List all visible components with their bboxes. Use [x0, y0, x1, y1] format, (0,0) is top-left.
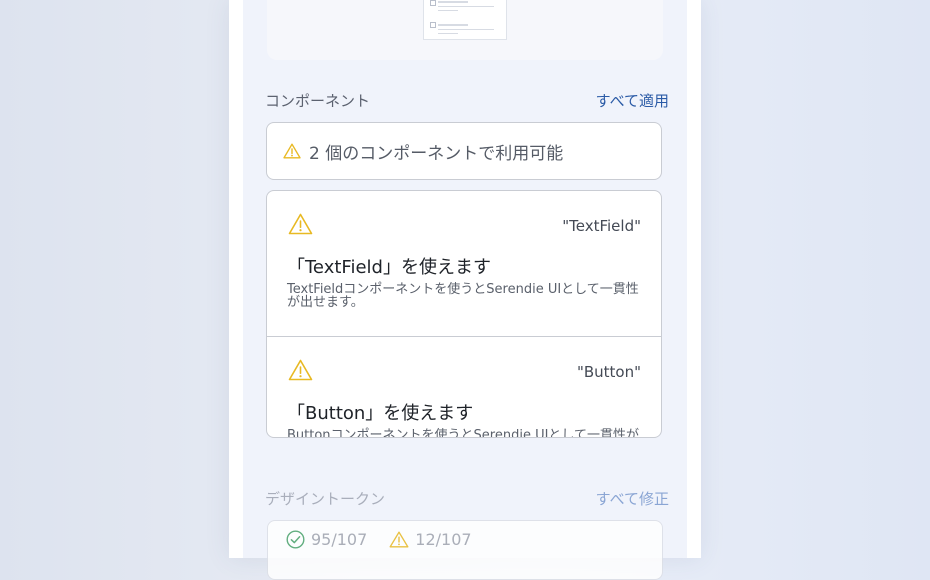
- panel-content: コンポーネント すべて適用 2 個のコンポーネントで利用可能 "TextFiel…: [243, 0, 687, 580]
- components-title: コンポーネント: [265, 91, 371, 110]
- warning-icon: [389, 531, 409, 547]
- thumb-checkbox: [430, 0, 436, 6]
- warning-icon: [283, 143, 301, 159]
- tokens-ok-stat: 95/107: [286, 530, 367, 549]
- fix-all-button[interactable]: すべて修正: [596, 488, 669, 509]
- plugin-panel: コンポーネント すべて適用 2 個のコンポーネントで利用可能 "TextFiel…: [229, 0, 701, 580]
- thumb-checkbox: [430, 22, 436, 28]
- component-tag: "TextField": [562, 217, 641, 235]
- preview-thumbnail: [423, 0, 507, 40]
- components-summary: 2 個のコンポーネントで利用可能: [266, 122, 662, 180]
- design-tokens-summary: 95/107 12/107: [267, 520, 663, 580]
- warning-icon: [288, 213, 313, 235]
- design-tokens-title: デザイントークン: [265, 489, 386, 508]
- tokens-warn-stat: 12/107: [389, 529, 472, 549]
- summary-text: 2 個のコンポーネントで利用可能: [309, 143, 564, 164]
- tokens-ok-count: 95/107: [311, 529, 368, 549]
- components-header: コンポーネント すべて適用: [265, 88, 669, 112]
- warning-icon: [288, 359, 313, 381]
- list-item[interactable]: "TextField" 「TextField」を使えます TextFieldコン…: [267, 191, 661, 337]
- design-tokens-header: デザイントークン すべて修正: [265, 486, 669, 510]
- card-title: 「TextField」を使えます: [287, 257, 491, 278]
- card-description: TextFieldコンポーネントを使うとSerendie UIとして一貫性が出せ…: [287, 282, 639, 310]
- card-description: Buttonコンポーネントを使うとSerendie UIとして一貫性が出せます。: [287, 428, 640, 438]
- apply-all-button[interactable]: すべて適用: [596, 90, 669, 111]
- check-circle-icon: [286, 529, 305, 549]
- frame-preview: [267, 0, 663, 60]
- component-suggestions-list[interactable]: "TextField" 「TextField」を使えます TextFieldコン…: [266, 190, 662, 438]
- list-item[interactable]: "Button" 「Button」を使えます Buttonコンポーネントを使うと…: [267, 337, 661, 438]
- component-tag: "Button": [576, 363, 641, 381]
- tokens-warn-count: 12/107: [415, 529, 472, 549]
- card-title: 「Button」を使えます: [287, 403, 474, 424]
